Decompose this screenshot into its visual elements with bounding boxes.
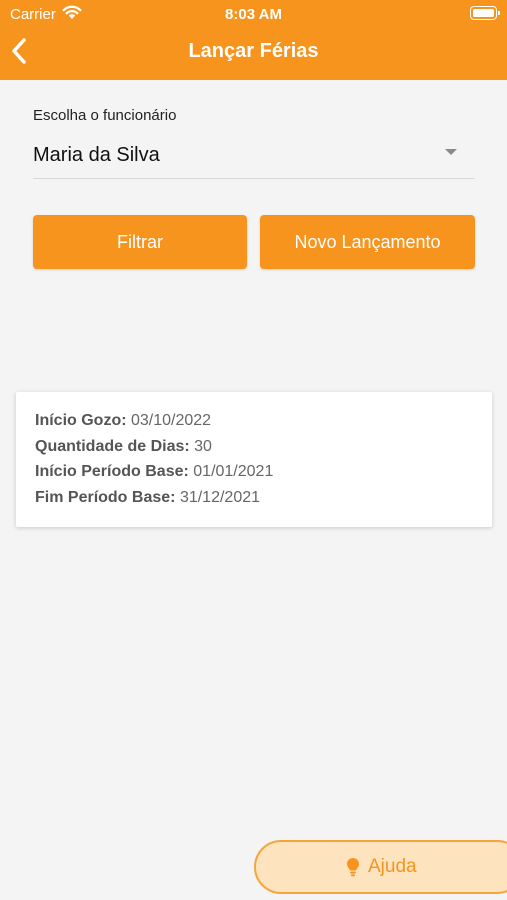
quantidade-value: 30 (194, 437, 212, 455)
inicio-gozo-value: 03/10/2022 (131, 412, 212, 429)
inicio-gozo-row: Início Gozo: 03/10/2022 (35, 408, 492, 434)
help-button[interactable]: Ajuda (254, 840, 507, 894)
inicio-gozo-label: Início Gozo: (35, 412, 127, 429)
page-title: Lançar Férias (188, 40, 319, 62)
employee-select[interactable]: Maria da Silva (33, 138, 475, 179)
dropdown-caret-icon (445, 149, 457, 155)
inicio-periodo-value: 01/01/2021 (193, 463, 274, 481)
filter-button[interactable]: Filtrar (33, 215, 247, 269)
fim-periodo-value: 31/12/2021 (179, 488, 261, 506)
inicio-periodo-label: Início Período Base: (35, 463, 189, 481)
lightbulb-icon (347, 858, 359, 877)
help-content: Ajuda (346, 856, 417, 878)
clock-time: 8:03 AM (225, 6, 282, 23)
battery-icon (470, 6, 500, 20)
vacation-card: Início Gozo: 03/10/2022 Quantidade de Di… (16, 392, 492, 527)
fim-periodo-label: Fim Período Base: (35, 488, 176, 506)
fim-periodo-row: Fim Período Base: 31/12/2021 (35, 485, 492, 511)
inicio-periodo-row: Início Período Base: 01/01/2021 (35, 459, 492, 485)
new-entry-button[interactable]: Novo Lançamento (260, 215, 475, 269)
quantidade-row: Quantidade de Dias: 30 (35, 434, 492, 460)
help-label: Ajuda (368, 856, 417, 877)
status-bar: Carrier 8:03 AM (0, 0, 507, 28)
app-header: Carrier 8:03 AM Lançar Férias (0, 0, 507, 80)
employee-label: Escolha o funcionário (33, 107, 177, 124)
employee-select-value: Maria da Silva (33, 144, 160, 166)
quantidade-label: Quantidade de Dias: (35, 437, 190, 455)
